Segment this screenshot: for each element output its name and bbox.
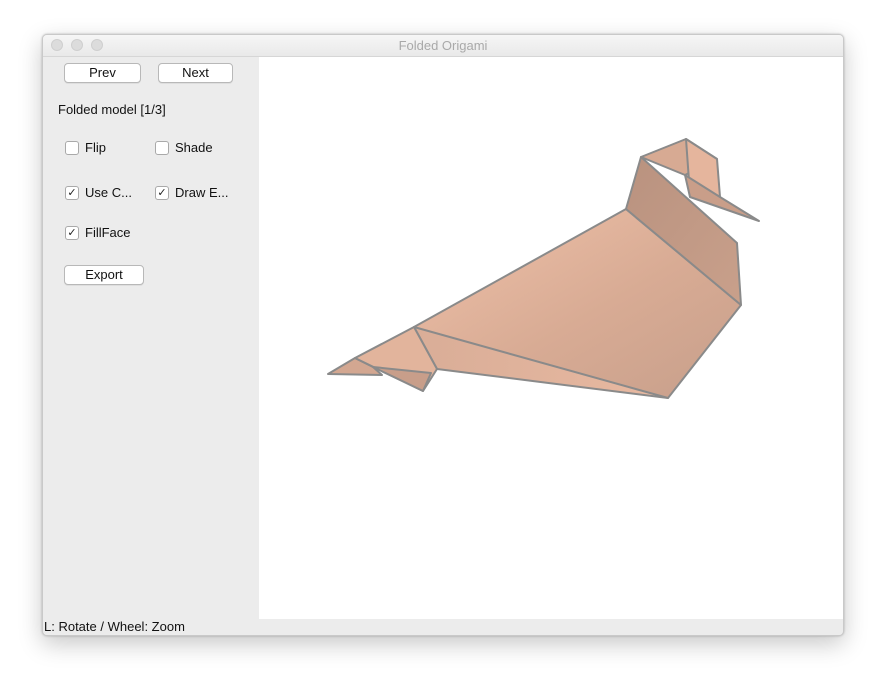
window-title: Folded Origami (398, 38, 488, 53)
model-index-label: Folded model [1/3] (58, 102, 166, 117)
shade-checkbox-label[interactable]: Shade (175, 140, 213, 155)
draw-edges-checkbox-label[interactable]: Draw E... (175, 185, 228, 200)
prev-button[interactable]: Prev (64, 63, 141, 83)
use-color-checkbox-label[interactable]: Use C... (85, 185, 132, 200)
next-button[interactable]: Next (158, 63, 233, 83)
use-color-checkbox-box[interactable]: ✓ (65, 186, 79, 200)
origami-faces (327, 138, 760, 399)
title-bar: Folded Origami (43, 35, 843, 57)
fillface-checkbox-box[interactable]: ✓ (65, 226, 79, 240)
flip-checkbox-label[interactable]: Flip (85, 140, 106, 155)
origami-viewport[interactable] (259, 57, 843, 619)
export-button[interactable]: Export (64, 265, 144, 285)
flip-checkbox-box[interactable] (65, 141, 79, 155)
control-panel: Prev Next Folded model [1/3] Flip Shade … (43, 57, 259, 619)
shade-checkbox-box[interactable] (155, 141, 169, 155)
fillface-checkbox-label[interactable]: FillFace (85, 225, 131, 240)
app-window: Folded Origami Prev Next Folded model [1… (42, 34, 844, 636)
draw-edges-checkbox-box[interactable]: ✓ (155, 186, 169, 200)
status-bar: L: Rotate / Wheel: Zoom (43, 619, 843, 635)
origami-model-render[interactable] (259, 57, 843, 619)
